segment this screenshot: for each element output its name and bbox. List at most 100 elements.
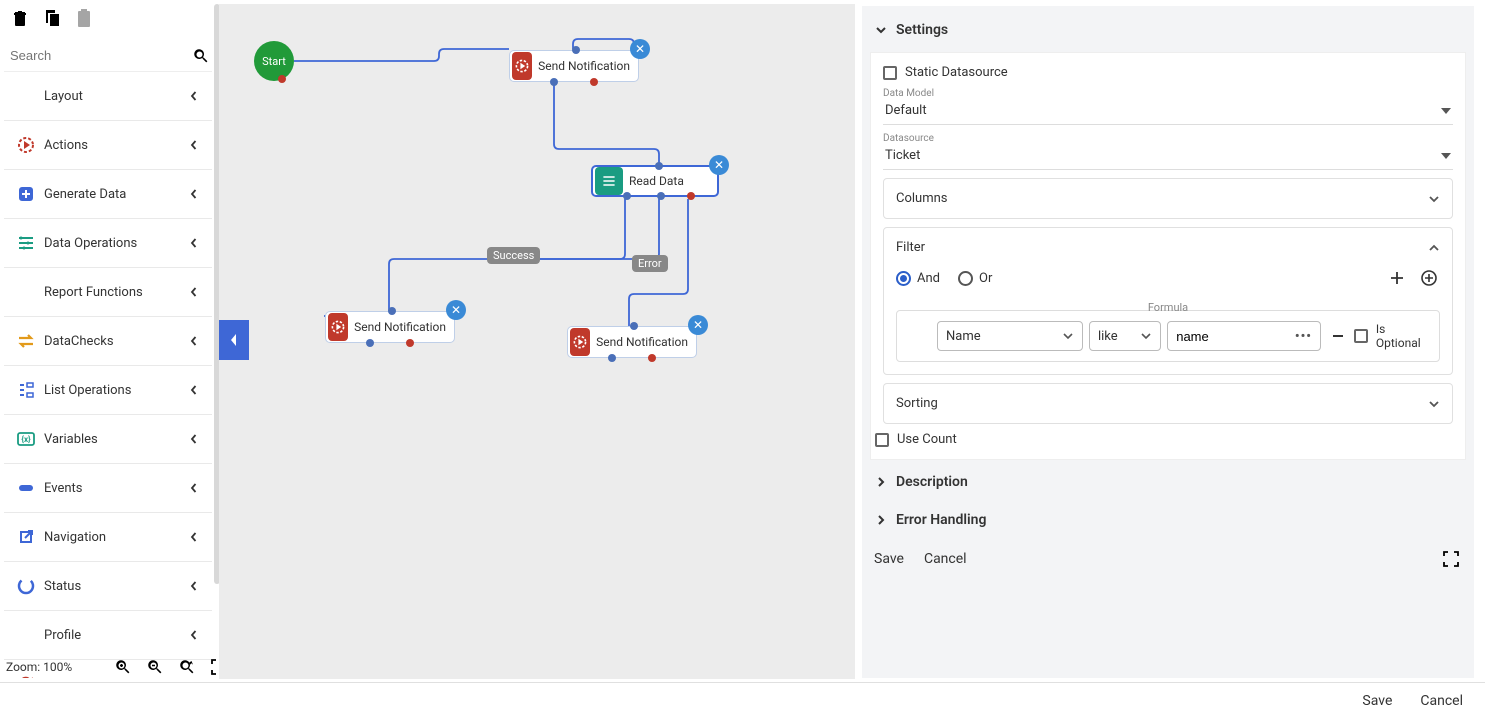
menu-variables[interactable]: {x} Variables bbox=[4, 415, 212, 464]
menu-actions[interactable]: Actions bbox=[4, 121, 212, 170]
menu-navigation[interactable]: Navigation bbox=[4, 513, 212, 562]
or-radio[interactable]: Or bbox=[958, 271, 992, 286]
checkbox-icon bbox=[883, 66, 897, 80]
add-filter-group-button[interactable] bbox=[1418, 267, 1440, 289]
fullscreen-icon[interactable] bbox=[1440, 548, 1462, 570]
close-icon[interactable]: ✕ bbox=[446, 300, 466, 320]
port[interactable] bbox=[572, 46, 580, 54]
panel-actions: Save Cancel bbox=[870, 542, 1466, 576]
filter-field-select[interactable]: Name bbox=[937, 321, 1083, 351]
static-datasource-checkbox[interactable]: Static Datasource bbox=[883, 65, 1453, 80]
sidebar: Layout Actions Generate Data Data Operat… bbox=[4, 40, 212, 678]
port[interactable] bbox=[406, 339, 414, 347]
error-handling-header[interactable]: Error Handling bbox=[870, 504, 1466, 536]
use-count-checkbox[interactable]: Use Count bbox=[875, 432, 1453, 447]
panel-cancel-button[interactable]: Cancel bbox=[924, 551, 967, 567]
datasource-select[interactable]: Ticket bbox=[883, 144, 1453, 170]
plus-box-icon bbox=[14, 182, 38, 206]
close-icon[interactable]: ✕ bbox=[630, 39, 650, 59]
pill-icon bbox=[14, 476, 38, 500]
menu-label: Profile bbox=[44, 628, 186, 643]
port[interactable] bbox=[687, 192, 695, 200]
port[interactable] bbox=[590, 78, 598, 86]
zoom-reset-icon[interactable] bbox=[176, 656, 198, 678]
port[interactable] bbox=[366, 339, 374, 347]
sorting-header[interactable]: Sorting bbox=[896, 396, 1440, 411]
settings-title: Settings bbox=[896, 22, 948, 38]
chevron-left-icon bbox=[186, 88, 202, 104]
port[interactable] bbox=[655, 162, 663, 170]
menu-status[interactable]: Status bbox=[4, 562, 212, 611]
zoom-out-icon[interactable] bbox=[144, 656, 166, 678]
panel-save-button[interactable]: Save bbox=[874, 551, 904, 567]
data-lines-icon bbox=[14, 231, 38, 255]
zoom-in-icon[interactable] bbox=[112, 656, 134, 678]
filter-header[interactable]: Filter bbox=[896, 240, 1440, 255]
port[interactable] bbox=[623, 192, 631, 200]
save-button[interactable]: Save bbox=[1362, 693, 1392, 709]
node-send-notification-3[interactable]: Send Notification ✕ bbox=[567, 326, 697, 358]
port[interactable] bbox=[550, 78, 558, 86]
copy-icon[interactable] bbox=[42, 8, 62, 28]
data-lines-icon bbox=[595, 167, 623, 195]
is-optional-checkbox[interactable]: Is Optional bbox=[1354, 322, 1431, 350]
settings-header[interactable]: Settings bbox=[870, 14, 1466, 46]
node-start[interactable]: Start bbox=[254, 41, 294, 81]
menu-list-operations[interactable]: List Operations bbox=[4, 366, 212, 415]
more-icon[interactable]: ••• bbox=[1295, 329, 1312, 344]
menu-layout[interactable]: Layout bbox=[4, 72, 212, 121]
paste-icon[interactable] bbox=[74, 8, 94, 28]
select-value: Default bbox=[885, 103, 927, 118]
port[interactable] bbox=[278, 75, 286, 83]
search-icon[interactable] bbox=[192, 44, 210, 68]
node-read-data[interactable]: Read Data ✕ bbox=[591, 165, 719, 197]
columns-header[interactable]: Columns bbox=[896, 191, 1440, 206]
menu-label: Navigation bbox=[44, 530, 186, 545]
collapse-sidebar-button[interactable] bbox=[219, 320, 249, 360]
search-input[interactable] bbox=[4, 40, 192, 71]
add-filter-button[interactable] bbox=[1386, 267, 1408, 289]
checkbox-label: Use Count bbox=[897, 432, 957, 447]
radio-icon bbox=[958, 271, 973, 286]
menu: Layout Actions Generate Data Data Operat… bbox=[4, 72, 212, 678]
cancel-button[interactable]: Cancel bbox=[1420, 693, 1463, 709]
menu-datachecks[interactable]: DataChecks bbox=[4, 317, 212, 366]
menu-data-operations[interactable]: Data Operations bbox=[4, 219, 212, 268]
filter-logic-group: And Or bbox=[896, 271, 992, 286]
canvas[interactable]: Success Error Start Send Notification ✕ … bbox=[219, 4, 855, 679]
node-label: Read Data bbox=[625, 174, 692, 188]
target-icon bbox=[328, 313, 348, 341]
delete-icon[interactable] bbox=[10, 8, 30, 28]
data-model-select[interactable]: Default bbox=[883, 99, 1453, 125]
node-send-notification-2[interactable]: Send Notification ✕ bbox=[325, 311, 455, 343]
menu-label: Status bbox=[44, 579, 186, 594]
remove-filter-button[interactable] bbox=[1327, 325, 1348, 347]
port[interactable] bbox=[630, 322, 638, 330]
error-handling-title: Error Handling bbox=[896, 512, 986, 528]
port[interactable] bbox=[608, 354, 616, 362]
close-icon[interactable]: ✕ bbox=[709, 155, 729, 175]
filter-value-field[interactable] bbox=[1176, 329, 1295, 344]
filter-operator-select[interactable]: like bbox=[1089, 321, 1161, 351]
port[interactable] bbox=[388, 307, 396, 315]
menu-profile[interactable]: Profile bbox=[4, 611, 212, 660]
chevron-left-icon bbox=[186, 382, 202, 398]
filter-value-input[interactable]: ••• bbox=[1167, 321, 1321, 351]
menu-generate-data[interactable]: Generate Data bbox=[4, 170, 212, 219]
chevron-left-icon bbox=[186, 578, 202, 594]
description-header[interactable]: Description bbox=[870, 466, 1466, 498]
menu-report-functions[interactable]: Report Functions bbox=[4, 268, 212, 317]
target-icon bbox=[570, 328, 590, 356]
port[interactable] bbox=[648, 354, 656, 362]
close-icon[interactable]: ✕ bbox=[688, 315, 708, 335]
chevron-left-icon bbox=[186, 235, 202, 251]
columns-section: Columns bbox=[883, 178, 1453, 219]
menu-events[interactable]: Events bbox=[4, 464, 212, 513]
node-send-notification-1[interactable]: Send Notification ✕ bbox=[509, 50, 639, 82]
top-toolbar bbox=[10, 8, 94, 28]
and-radio[interactable]: And bbox=[896, 271, 940, 286]
port[interactable] bbox=[657, 192, 665, 200]
spacer-icon bbox=[14, 623, 38, 647]
menu-label: Report Functions bbox=[44, 285, 186, 300]
chevron-up-icon bbox=[1428, 242, 1440, 254]
